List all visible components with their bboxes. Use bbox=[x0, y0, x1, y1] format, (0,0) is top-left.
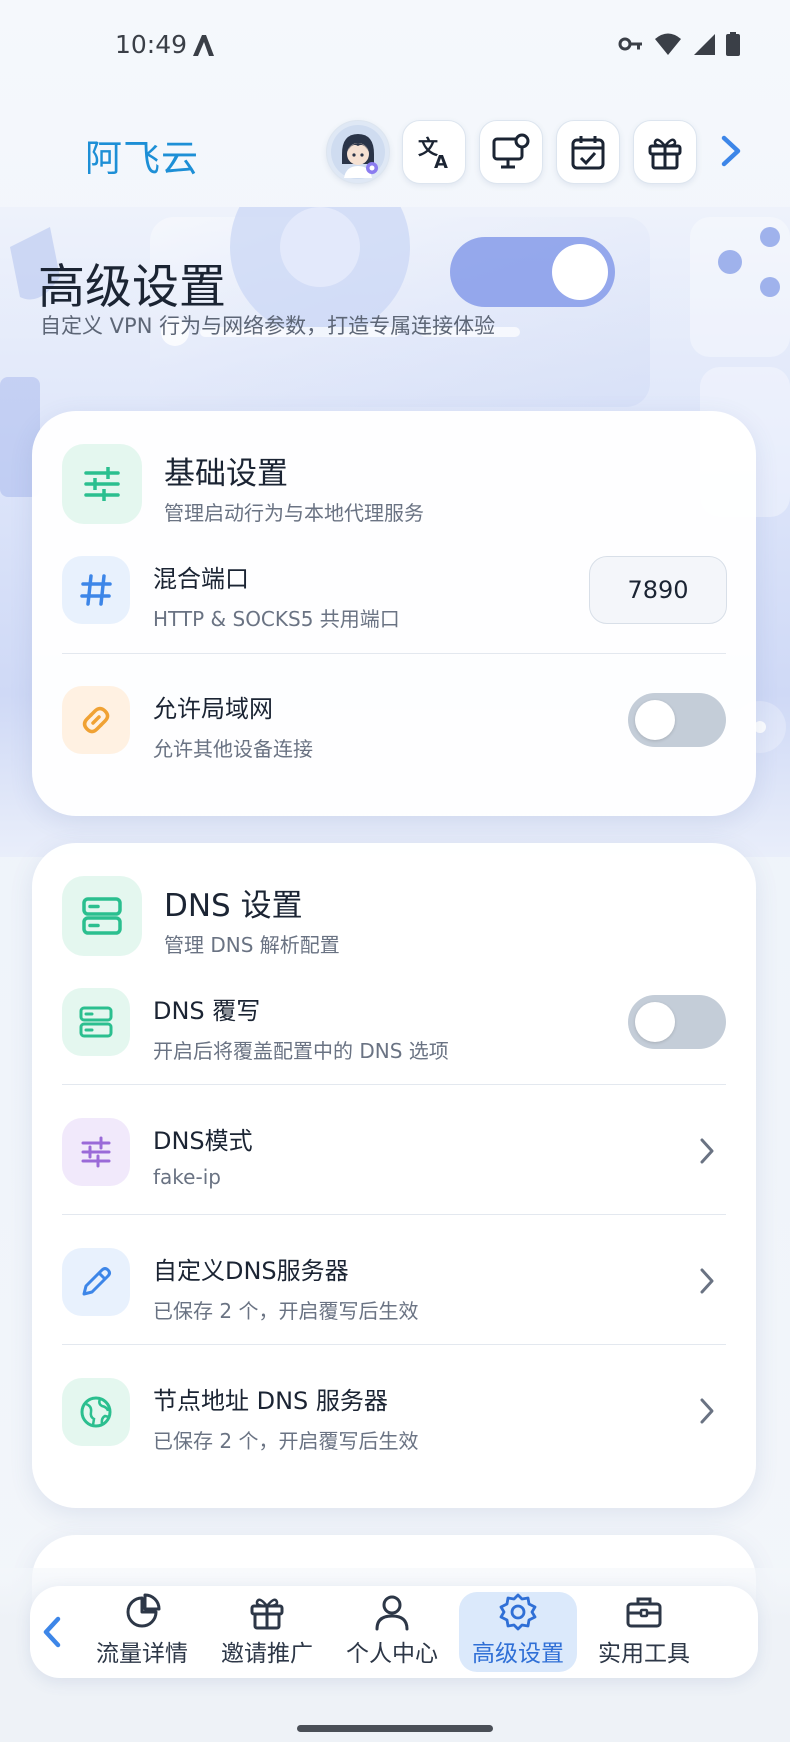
gear-icon bbox=[499, 1593, 537, 1631]
wifi-icon bbox=[655, 33, 681, 55]
chevron-right-icon[interactable] bbox=[698, 1396, 716, 1426]
dns-settings-subtitle: 管理 DNS 解析配置 bbox=[164, 933, 340, 957]
globe-icon bbox=[80, 1396, 112, 1428]
dns-mode-icon-tile bbox=[62, 1118, 130, 1186]
nav-advanced-settings[interactable]: 高级设置 bbox=[459, 1592, 577, 1672]
nav-label: 实用工具 bbox=[598, 1641, 690, 1667]
status-icons bbox=[618, 32, 740, 56]
dns-override-toggle[interactable] bbox=[628, 995, 726, 1049]
server-icon bbox=[82, 897, 122, 935]
vpn-key-icon bbox=[618, 37, 642, 51]
divider bbox=[62, 1214, 726, 1215]
gift-button[interactable] bbox=[633, 120, 697, 184]
battery-icon bbox=[726, 32, 740, 56]
sliders-icon bbox=[84, 467, 120, 501]
monitor-settings-icon bbox=[492, 133, 530, 169]
toggle-knob bbox=[635, 1002, 675, 1042]
chevron-right-icon[interactable] bbox=[698, 1136, 716, 1166]
allow-lan-toggle[interactable] bbox=[628, 693, 726, 747]
toggle-knob bbox=[635, 700, 675, 740]
pencil-icon bbox=[82, 1267, 111, 1296]
custom-dns-icon-tile bbox=[62, 1248, 130, 1316]
dns-mode-value: fake-ip bbox=[153, 1165, 221, 1189]
dns-settings-card bbox=[32, 843, 756, 1508]
allow-lan-subtitle: 允许其他设备连接 bbox=[153, 737, 313, 761]
nav-invite[interactable]: 邀请推广 bbox=[208, 1592, 326, 1672]
mixed-port-subtitle: HTTP & SOCKS5 共用端口 bbox=[153, 607, 400, 631]
chevron-right-icon[interactable] bbox=[698, 1266, 716, 1296]
basic-settings-icon-tile bbox=[62, 444, 142, 524]
page-title: 高级设置 bbox=[38, 260, 226, 315]
app-title: 阿飞云 bbox=[85, 137, 199, 180]
avatar bbox=[331, 125, 385, 179]
nav-label: 高级设置 bbox=[472, 1641, 564, 1667]
dns-override-icon-tile bbox=[62, 988, 130, 1056]
dns-override-subtitle: 开启后将覆盖配置中的 DNS 选项 bbox=[153, 1039, 449, 1063]
page-subtitle: 自定义 VPN 行为与网络参数，打造专属连接体验 bbox=[40, 314, 496, 338]
mixed-port-icon-tile bbox=[62, 556, 130, 624]
translate-button[interactable]: 文 A bbox=[402, 120, 466, 184]
dns-mode-title: DNS模式 bbox=[153, 1127, 253, 1155]
monitor-settings-button[interactable] bbox=[479, 120, 543, 184]
divider bbox=[62, 653, 726, 654]
nav-label: 邀请推广 bbox=[221, 1641, 313, 1667]
avatar-button[interactable] bbox=[326, 120, 390, 184]
dns-override-title: DNS 覆写 bbox=[153, 997, 261, 1025]
gift-icon bbox=[648, 138, 682, 170]
custom-dns-subtitle: 已保存 2 个，开启覆写后生效 bbox=[153, 1299, 419, 1323]
link-icon bbox=[82, 706, 110, 734]
nav-label: 流量详情 bbox=[96, 1641, 188, 1667]
sliders-icon bbox=[81, 1136, 111, 1168]
dns-settings-title: DNS 设置 bbox=[164, 888, 303, 924]
mixed-port-input[interactable]: 7890 bbox=[589, 556, 727, 624]
allow-lan-icon-tile bbox=[62, 686, 130, 754]
nav-profile[interactable]: 个人中心 bbox=[333, 1592, 451, 1672]
chevron-right-icon[interactable] bbox=[718, 134, 744, 168]
basic-settings-subtitle: 管理启动行为与本地代理服务 bbox=[164, 501, 424, 525]
calendar-check-icon bbox=[571, 136, 605, 170]
nav-label: 个人中心 bbox=[346, 1641, 438, 1667]
node-dns-subtitle: 已保存 2 个，开启覆写后生效 bbox=[153, 1429, 419, 1453]
node-dns-title: 节点地址 DNS 服务器 bbox=[153, 1387, 388, 1415]
allow-lan-title: 允许局域网 bbox=[153, 695, 273, 723]
gift-icon bbox=[250, 1598, 284, 1630]
signal-icon bbox=[694, 34, 715, 55]
status-time: 10:49 bbox=[115, 30, 188, 59]
nav-traffic-details[interactable]: 流量详情 bbox=[83, 1592, 201, 1672]
nav-tools[interactable]: 实用工具 bbox=[585, 1592, 703, 1672]
chevron-left-icon[interactable] bbox=[40, 1615, 64, 1649]
basic-settings-title: 基础设置 bbox=[164, 456, 288, 492]
user-icon bbox=[375, 1595, 409, 1631]
calendar-button[interactable] bbox=[556, 120, 620, 184]
dns-settings-icon-tile bbox=[62, 876, 142, 956]
svg-text:A: A bbox=[434, 152, 448, 172]
server-icon bbox=[79, 1006, 113, 1038]
custom-dns-title: 自定义DNS服务器 bbox=[153, 1257, 349, 1285]
divider bbox=[62, 1344, 726, 1345]
home-indicator bbox=[297, 1725, 493, 1732]
pie-chart-icon bbox=[126, 1593, 161, 1628]
node-dns-icon-tile bbox=[62, 1378, 130, 1446]
translate-icon: 文 A bbox=[418, 135, 448, 172]
mixed-port-title: 混合端口 bbox=[153, 565, 249, 593]
hash-icon bbox=[80, 574, 112, 606]
carrier-a-icon bbox=[193, 35, 214, 56]
divider bbox=[62, 1084, 726, 1085]
toolbox-icon bbox=[626, 1597, 662, 1628]
